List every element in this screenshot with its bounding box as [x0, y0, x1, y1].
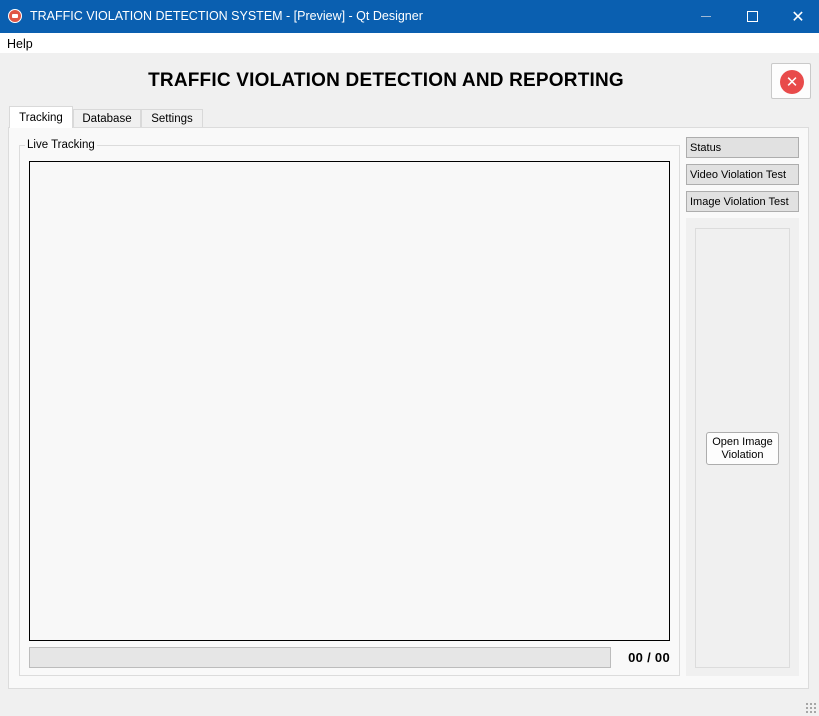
open-image-violation-button[interactable]: Open Image Violation	[706, 432, 779, 465]
live-video-display	[29, 161, 670, 641]
tracking-progress-bar	[29, 647, 611, 668]
minimize-icon	[701, 16, 711, 17]
exit-button[interactable]: ✕	[771, 63, 811, 99]
maximize-button[interactable]	[729, 0, 775, 33]
status-button[interactable]: Status	[686, 137, 799, 158]
page-title: TRAFFIC VIOLATION DETECTION AND REPORTIN…	[148, 70, 624, 91]
tab-tracking[interactable]: Tracking	[9, 106, 73, 128]
resize-grip[interactable]	[805, 702, 817, 714]
menu-help[interactable]: Help	[7, 37, 33, 51]
close-icon: ✕	[791, 8, 805, 26]
menubar: Help	[0, 33, 819, 53]
car-app-icon	[8, 9, 22, 23]
frame-counter: 00 / 00	[628, 650, 670, 665]
tab-settings[interactable]: Settings	[141, 109, 203, 127]
live-tracking-title: Live Tracking	[25, 139, 97, 151]
close-window-button[interactable]: ✕	[775, 0, 819, 33]
close-circle-icon: ✕	[780, 70, 804, 94]
video-violation-test-button[interactable]: Video Violation Test	[686, 164, 799, 185]
window-title: TRAFFIC VIOLATION DETECTION SYSTEM - [Pr…	[30, 9, 423, 23]
maximize-icon	[746, 11, 758, 22]
tab-database[interactable]: Database	[73, 109, 141, 127]
window-titlebar[interactable]: TRAFFIC VIOLATION DETECTION SYSTEM - [Pr…	[0, 0, 819, 33]
minimize-button[interactable]	[683, 0, 729, 33]
image-violation-test-button[interactable]: Image Violation Test	[686, 191, 799, 212]
